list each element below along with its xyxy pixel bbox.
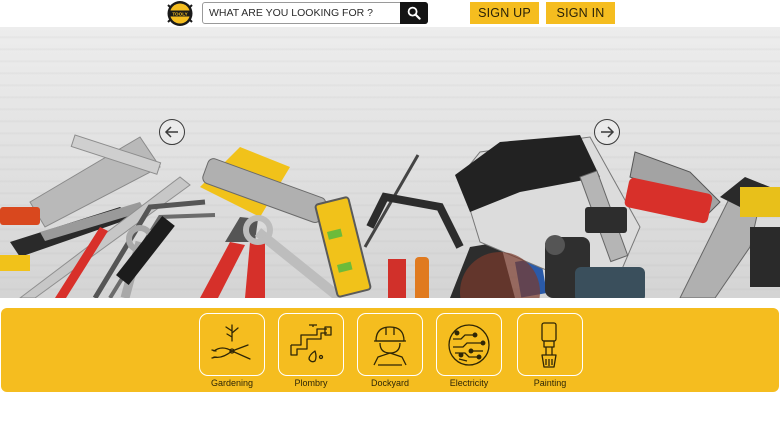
sign-up-button[interactable]: SIGN UP [470,2,539,24]
category-plombry-tile[interactable] [278,313,344,376]
paintbrush-icon [541,322,557,368]
pipe-icon [290,324,332,363]
category-bar: Gardening Plombry Dockyard Electricity P… [1,308,779,392]
header: TOOLY SIGN UP SIGN IN [0,0,780,27]
category-gardening-tile[interactable] [199,313,265,376]
category-electricity[interactable]: Electricity [436,313,502,388]
category-dockyard[interactable]: Dockyard [357,313,423,388]
arrow-right-icon [601,126,615,138]
search-bar [202,2,428,24]
category-dockyard-label: Dockyard [370,378,409,388]
category-gardening[interactable]: Gardening [199,313,265,388]
carousel-next-button[interactable] [594,119,620,145]
category-plombry-label: Plombry [294,378,328,388]
tools-hero-image [0,134,780,298]
hardhat-worker-icon [373,326,407,366]
circuit-icon [448,324,490,366]
category-gardening-label: Gardening [210,378,254,388]
search-button[interactable] [400,2,428,24]
garden-shears-icon [211,324,251,360]
hero-carousel [0,27,780,298]
category-electricity-label: Electricity [449,378,489,388]
logo-text: TOOLY [172,12,187,17]
carousel-prev-button[interactable] [159,119,185,145]
arrow-left-icon [164,126,178,138]
category-painting-tile[interactable] [517,313,583,376]
search-input[interactable] [203,3,401,23]
category-painting[interactable]: Painting [517,313,583,388]
sign-in-button[interactable]: SIGN IN [546,2,615,24]
category-dockyard-tile[interactable] [357,313,423,376]
logo[interactable]: TOOLY [163,0,197,27]
search-icon [407,6,421,20]
category-electricity-tile[interactable] [436,313,502,376]
category-plombry[interactable]: Plombry [278,313,344,388]
category-painting-label: Painting [533,378,567,388]
